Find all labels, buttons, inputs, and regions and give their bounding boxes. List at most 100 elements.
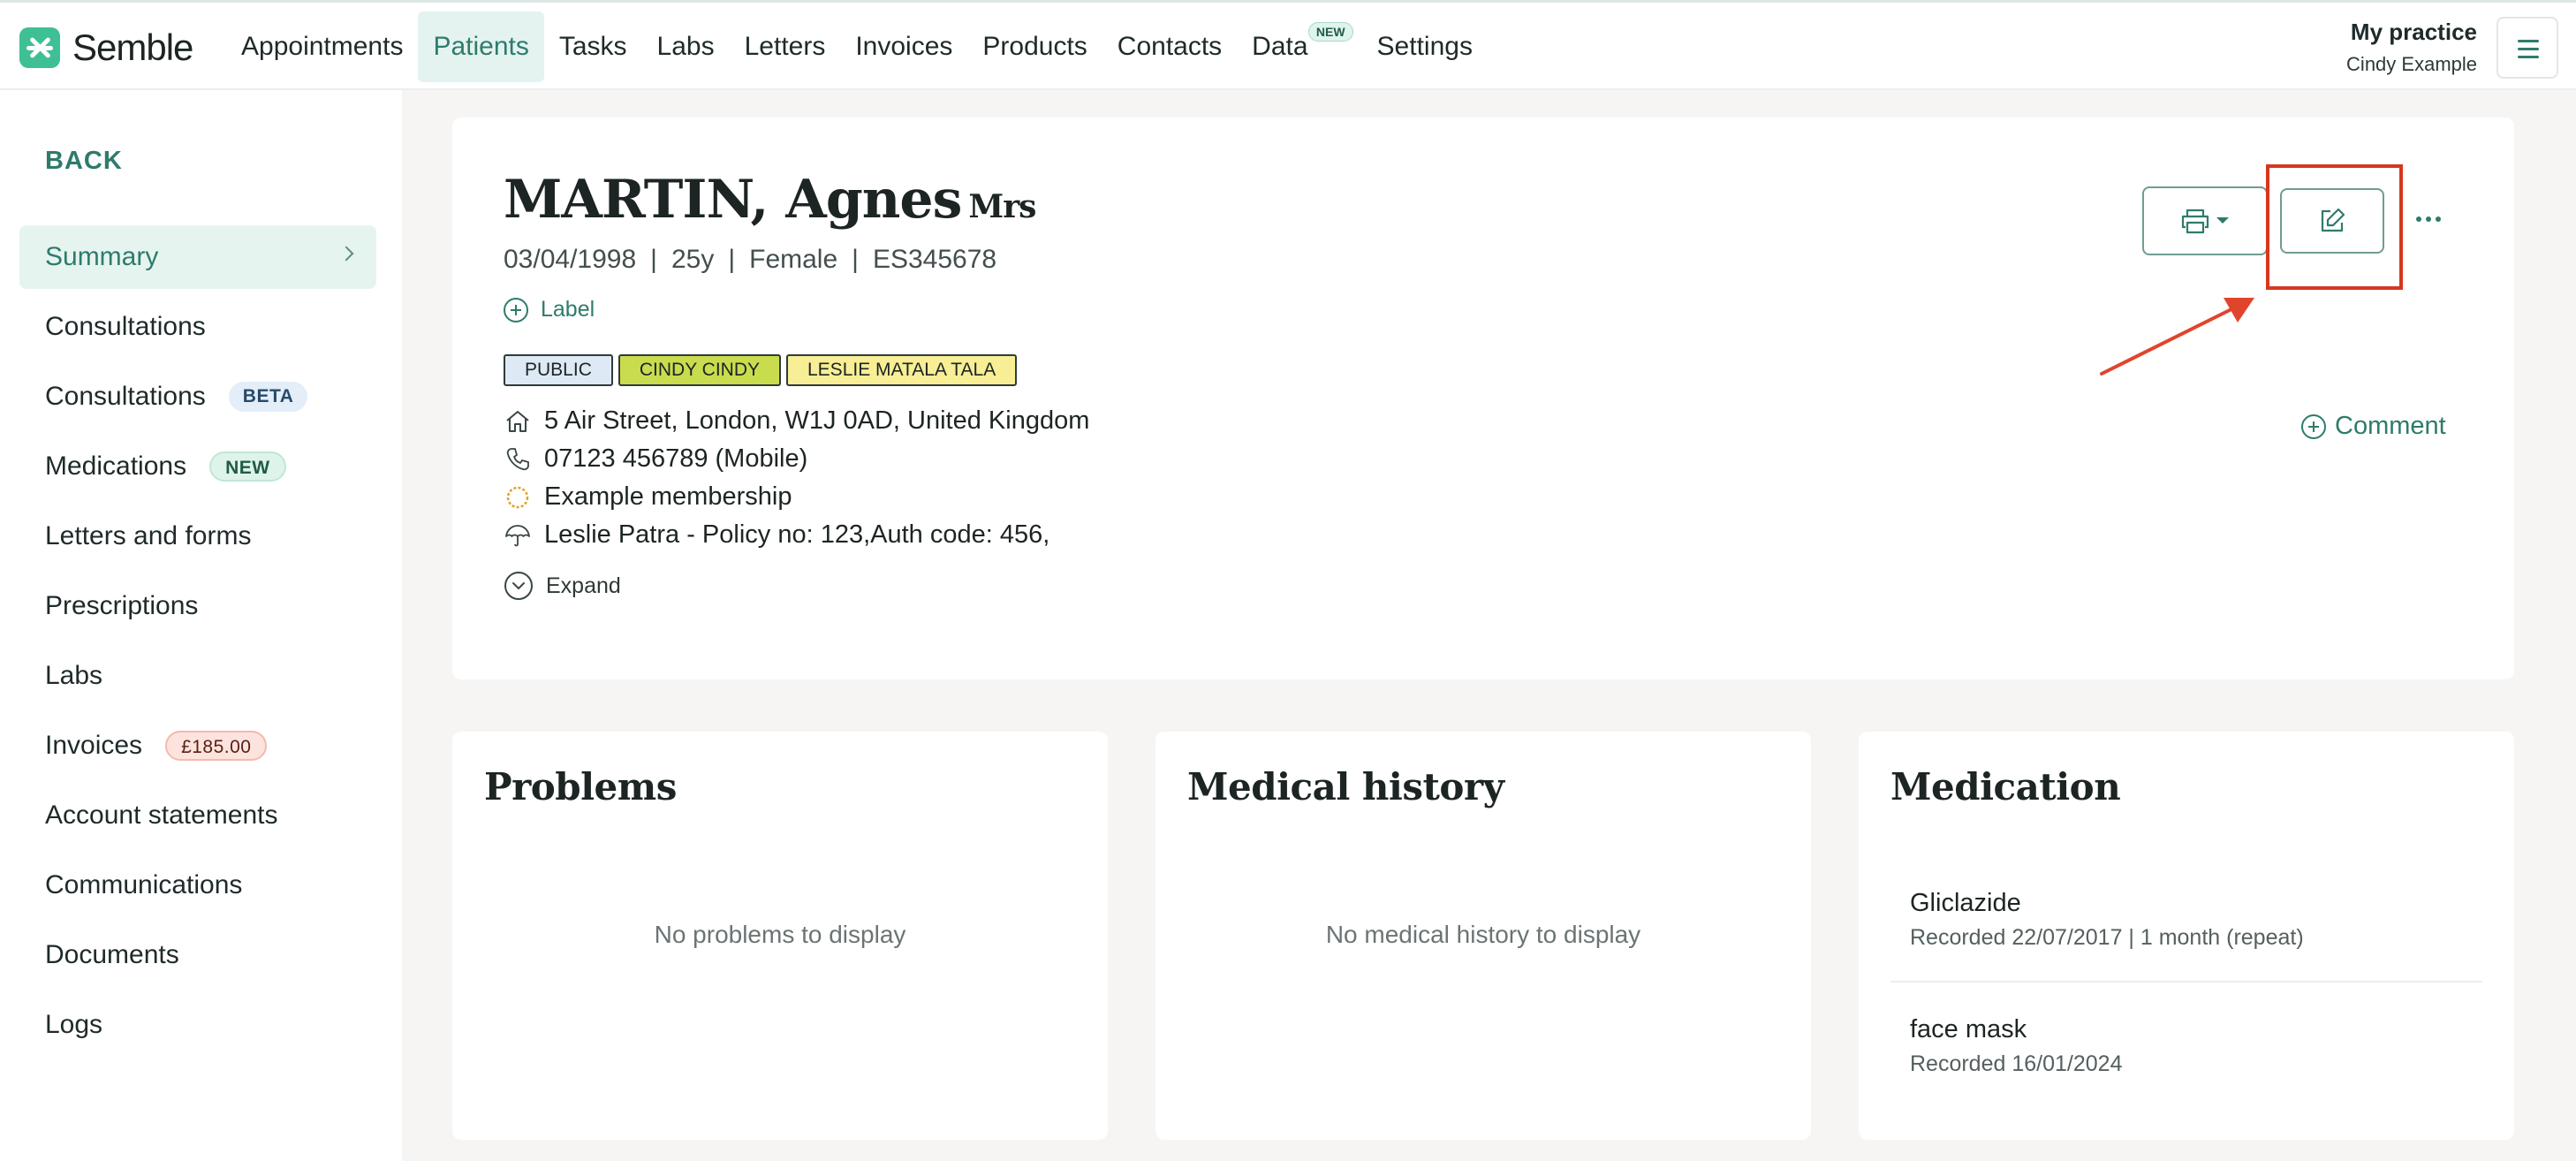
medical-history-panel: Medical history No medical history to di… (1155, 732, 1811, 1140)
nav-labs[interactable]: Labs (642, 11, 730, 82)
medication-note: Recorded 16/01/2024 (1910, 1051, 2123, 1076)
beta-badge: BETA (228, 382, 308, 412)
problems-panel: Problems No problems to display (452, 732, 1108, 1140)
tag-public[interactable]: PUBLIC (504, 354, 613, 386)
semble-logo-icon (19, 27, 60, 68)
medical-history-title: Medical history (1187, 765, 1504, 808)
add-label-button[interactable]: Label (504, 297, 595, 322)
more-options-button[interactable] (2408, 199, 2449, 239)
edit-patient-button[interactable] (2280, 188, 2384, 254)
medical-history-empty-state: No medical history to display (1325, 921, 1641, 948)
practice-switcher[interactable]: My practice Cindy Example (2346, 19, 2477, 76)
back-link[interactable]: BACK (45, 147, 123, 176)
nav-tasks[interactable]: Tasks (544, 11, 642, 82)
sidebar-item-documents[interactable]: Documents (19, 923, 376, 987)
list-item[interactable]: Gliclazide Recorded 22/07/2017 | 1 month… (1890, 889, 2482, 951)
patient-phone[interactable]: 07123 456789 (Mobile) (544, 444, 807, 474)
nav-products[interactable]: Products (967, 11, 1102, 82)
phone-icon (506, 447, 529, 470)
sidebar-item-label: Account statements (45, 801, 278, 830)
printer-icon (2181, 209, 2209, 234)
medication-title: Medication (1890, 765, 2121, 808)
hamburger-menu-button[interactable] (2496, 17, 2558, 79)
nav-settings[interactable]: Settings (1362, 11, 1488, 82)
patient-name: MARTIN, Agnes Mrs (504, 169, 1036, 231)
nav-invoices[interactable]: Invoices (840, 11, 967, 82)
add-label-text: Label (541, 297, 595, 322)
nav-data[interactable]: Data NEW (1237, 11, 1353, 82)
sidebar-item-label: Consultations (45, 382, 206, 411)
sidebar-item-label: Invoices (45, 731, 143, 760)
semble-logo[interactable]: Semble (19, 27, 193, 68)
patient-id: ES345678 (872, 245, 997, 274)
sidebar-item-label: Labs (45, 661, 103, 690)
plus-circle-icon (2301, 414, 2326, 439)
patient-dob: 03/04/1998 (504, 245, 637, 274)
ellipsis-icon-dot (2436, 216, 2441, 222)
umbrella-icon (505, 524, 530, 546)
expand-details-button[interactable]: Expand (504, 571, 621, 601)
membership-icon (506, 486, 529, 508)
sidebar-item-label: Consultations (45, 312, 206, 341)
plus-circle-icon (504, 297, 528, 322)
ellipsis-icon (2416, 216, 2421, 222)
nav-appointments[interactable]: Appointments (226, 11, 418, 82)
patient-section-list: Summary Consultations Consultations BETA… (19, 225, 376, 1063)
patient-header-card: MARTIN, Agnes Mrs 03/04/1998 | 25y | Female | E… (452, 118, 2514, 679)
sidebar-item-consultations[interactable]: Consultations (19, 295, 376, 359)
invoice-balance-badge: £185.00 (165, 731, 268, 761)
patient-membership: Example membership (544, 482, 792, 511)
patient-gender: Female (749, 245, 838, 274)
sidebar-item-letters-and-forms[interactable]: Letters and forms (19, 505, 376, 568)
patient-full-name: MARTIN, Agnes (504, 169, 962, 231)
sidebar-item-labs[interactable]: Labs (19, 644, 376, 708)
edit-pencil-icon (2321, 208, 2345, 232)
sidebar-item-label: Communications (45, 870, 243, 899)
problems-empty-state: No problems to display (654, 921, 906, 948)
chevron-right-icon (338, 246, 354, 262)
tag-cindy-cindy[interactable]: CINDY CINDY (617, 354, 781, 386)
nav-data-new-badge: NEW (1307, 21, 1353, 42)
ellipsis-icon-dot (2426, 216, 2431, 222)
nav-contacts[interactable]: Contacts (1102, 11, 1237, 82)
chevron-down-circle-icon (504, 572, 533, 600)
practice-name: My practice (2350, 19, 2477, 45)
caret-down-icon (2216, 217, 2229, 224)
nav-patients[interactable]: Patients (418, 11, 544, 82)
nav-letters[interactable]: Letters (730, 11, 841, 82)
sidebar-item-label: Logs (45, 1010, 103, 1039)
sidebar-item-logs[interactable]: Logs (19, 993, 376, 1057)
add-comment-button[interactable]: Comment (2301, 412, 2446, 441)
sidebar-item-communications[interactable]: Communications (19, 854, 376, 917)
divider (1890, 981, 2482, 983)
sidebar-item-label: Letters and forms (45, 521, 252, 550)
sidebar-item-account-statements[interactable]: Account statements (19, 784, 376, 847)
patient-title: Mrs (968, 188, 1036, 225)
hamburger-icon (2518, 40, 2539, 42)
sidebar-item-label: Documents (45, 940, 179, 969)
nav-data-label: Data (1252, 31, 1308, 61)
tag-leslie-matala-tala[interactable]: LESLIE MATALA TALA (786, 354, 1018, 386)
app-name: Semble (72, 27, 193, 68)
patient-address: 5 Air Street, London, W1J 0AD, United Ki… (544, 406, 1090, 435)
sidebar-item-consultations-beta[interactable]: Consultations BETA (19, 365, 376, 429)
add-comment-text: Comment (2335, 412, 2446, 440)
patient-membership-row: Example membership (504, 482, 792, 512)
new-badge: NEW (209, 452, 286, 482)
patient-sidebar: BACK Summary Consultations Consultations… (0, 90, 402, 1161)
main-nav: Appointments Patients Tasks Labs Letters… (226, 3, 1488, 90)
medication-note: Recorded 22/07/2017 | 1 month (repeat) (1910, 925, 2304, 950)
patient-insurance: Leslie Patra - Policy no: 123,Auth code:… (544, 520, 1050, 549)
print-menu-button[interactable] (2142, 186, 2268, 255)
patient-demographics: 03/04/1998 | 25y | Female | ES345678 (504, 245, 997, 274)
sidebar-item-prescriptions[interactable]: Prescriptions (19, 574, 376, 638)
list-item[interactable]: face mask Recorded 16/01/2024 (1890, 1015, 2482, 1077)
sidebar-item-invoices[interactable]: Invoices £185.00 (19, 714, 376, 778)
patient-insurance-row: Leslie Patra - Policy no: 123,Auth code:… (504, 520, 1049, 550)
annotation-arrow-icon (2100, 298, 2254, 376)
sidebar-item-summary[interactable]: Summary (19, 225, 376, 289)
hamburger-icon-line (2518, 48, 2539, 50)
sidebar-item-label: Prescriptions (45, 591, 199, 620)
sidebar-item-medications[interactable]: Medications NEW (19, 435, 376, 498)
patient-tags: PUBLIC CINDY CINDY LESLIE MATALA TALA (504, 354, 1018, 386)
